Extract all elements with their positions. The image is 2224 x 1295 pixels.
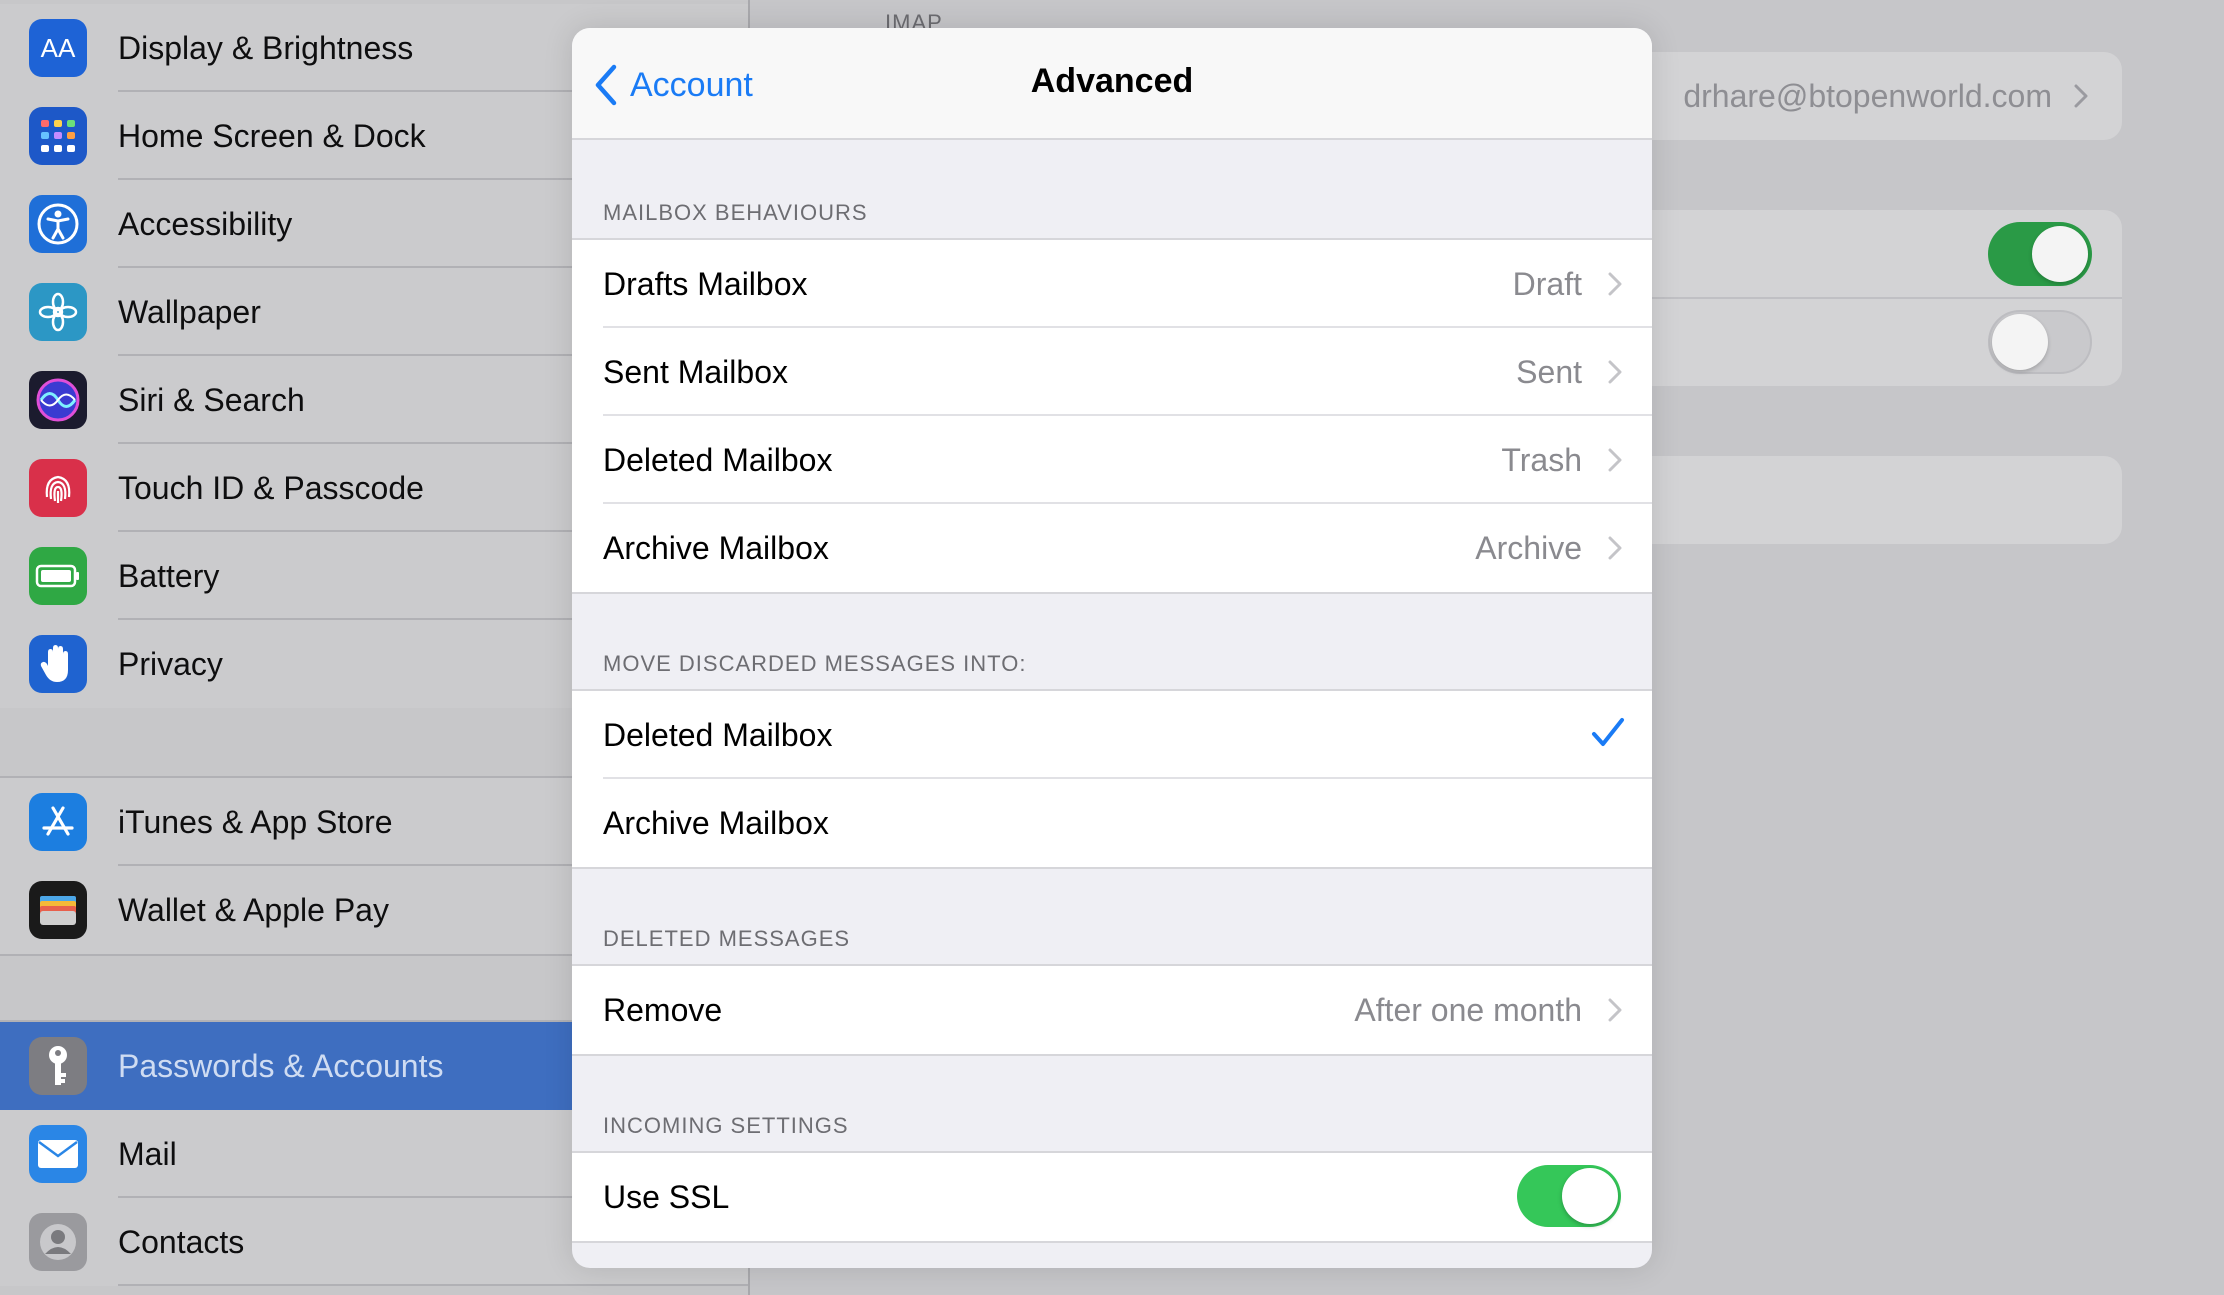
use-ssl-row: Use SSL xyxy=(572,1153,1652,1241)
row-label: Sent Mailbox xyxy=(603,353,788,390)
app-store-icon xyxy=(29,793,87,851)
discard-to-deleted-option[interactable]: Deleted Mailbox xyxy=(572,691,1652,779)
checkmark-icon xyxy=(1592,718,1624,746)
sidebar-item-label: Privacy xyxy=(118,645,223,682)
row-label: Archive Mailbox xyxy=(603,529,829,566)
section-header-deleted-messages: DELETED MESSAGES xyxy=(603,926,851,951)
sent-mailbox-row[interactable]: Sent Mailbox Sent xyxy=(572,328,1652,416)
row-value: Archive xyxy=(1475,529,1582,566)
chevron-right-icon xyxy=(1608,272,1622,296)
chevron-right-icon xyxy=(1608,360,1622,384)
chevron-right-icon xyxy=(1608,536,1622,560)
row-value: Trash xyxy=(1501,441,1582,478)
sidebar-item-label: Touch ID & Passcode xyxy=(118,469,424,506)
sidebar-item-label: Home Screen & Dock xyxy=(118,117,426,154)
sidebar-item-label: Display & Brightness xyxy=(118,29,414,66)
row-label: Deleted Mailbox xyxy=(603,716,833,753)
chevron-right-icon xyxy=(2074,84,2088,108)
archive-mailbox-row[interactable]: Archive Mailbox Archive xyxy=(572,504,1652,592)
sidebar-item-label: Battery xyxy=(118,557,220,594)
sidebar-item-label: Siri & Search xyxy=(118,381,305,418)
chevron-right-icon xyxy=(1608,448,1622,472)
battery-icon xyxy=(29,547,87,605)
sidebar-item-label: Contacts xyxy=(118,1223,245,1260)
accessibility-icon xyxy=(29,195,87,253)
display-brightness-icon: AA xyxy=(29,19,87,77)
fingerprint-icon xyxy=(29,459,87,517)
divider xyxy=(118,1284,748,1286)
row-label: Drafts Mailbox xyxy=(603,265,808,302)
sidebar-item-label: Wallpaper xyxy=(118,293,261,330)
contacts-icon xyxy=(29,1213,87,1271)
remove-deleted-row[interactable]: Remove After one month xyxy=(572,966,1652,1054)
privacy-hand-icon xyxy=(29,635,87,693)
mail-icon xyxy=(29,1125,87,1183)
home-screen-icon xyxy=(29,107,87,165)
page-title: Advanced xyxy=(1030,62,1194,100)
use-ssl-toggle[interactable] xyxy=(1517,1165,1621,1227)
background-toggle-off[interactable] xyxy=(1988,310,2092,374)
sidebar-item-label: Passwords & Accounts xyxy=(118,1047,444,1084)
navigation-bar: Account Advanced xyxy=(572,28,1652,140)
section-header-move-discarded: MOVE DISCARDED MESSAGES INTO: xyxy=(603,651,1027,676)
wallpaper-icon xyxy=(29,283,87,341)
advanced-settings-sheet: Account Advanced MAILBOX BEHAVIOURS Draf… xyxy=(572,28,1652,1268)
sidebar-item-label: Mail xyxy=(118,1135,177,1172)
wallet-icon xyxy=(29,881,87,939)
row-value: Draft xyxy=(1512,265,1582,302)
row-label: Deleted Mailbox xyxy=(603,441,833,478)
mailbox-behaviours-group: Drafts Mailbox Draft Sent Mailbox Sent D… xyxy=(572,238,1652,594)
chevron-right-icon xyxy=(1608,998,1622,1022)
section-header-incoming-settings: INCOMING SETTINGS xyxy=(603,1113,849,1138)
background-toggle-on[interactable] xyxy=(1988,222,2092,286)
account-email: drhare@btopenworld.com xyxy=(1683,78,2052,114)
row-label: Archive Mailbox xyxy=(603,804,829,841)
row-label: Remove xyxy=(603,991,723,1028)
deleted-messages-group: Remove After one month xyxy=(572,964,1652,1056)
toggle-knob xyxy=(1562,1168,1618,1224)
sidebar-item-label: Accessibility xyxy=(118,205,293,242)
incoming-settings-group: Use SSL xyxy=(572,1151,1652,1243)
row-value: Sent xyxy=(1516,353,1582,390)
drafts-mailbox-row[interactable]: Drafts Mailbox Draft xyxy=(572,240,1652,328)
sidebar-item-label: iTunes & App Store xyxy=(118,803,393,840)
row-value: After one month xyxy=(1354,991,1582,1028)
deleted-mailbox-row[interactable]: Deleted Mailbox Trash xyxy=(572,416,1652,504)
siri-icon xyxy=(29,371,87,429)
section-header-mailbox-behaviours: MAILBOX BEHAVIOURS xyxy=(603,200,868,225)
move-discarded-group: Deleted Mailbox Archive Mailbox xyxy=(572,689,1652,869)
row-label: Use SSL xyxy=(603,1178,730,1215)
discard-to-archive-option[interactable]: Archive Mailbox xyxy=(572,779,1652,867)
sidebar-item-label: Wallet & Apple Pay xyxy=(118,891,389,928)
key-icon xyxy=(29,1037,87,1095)
